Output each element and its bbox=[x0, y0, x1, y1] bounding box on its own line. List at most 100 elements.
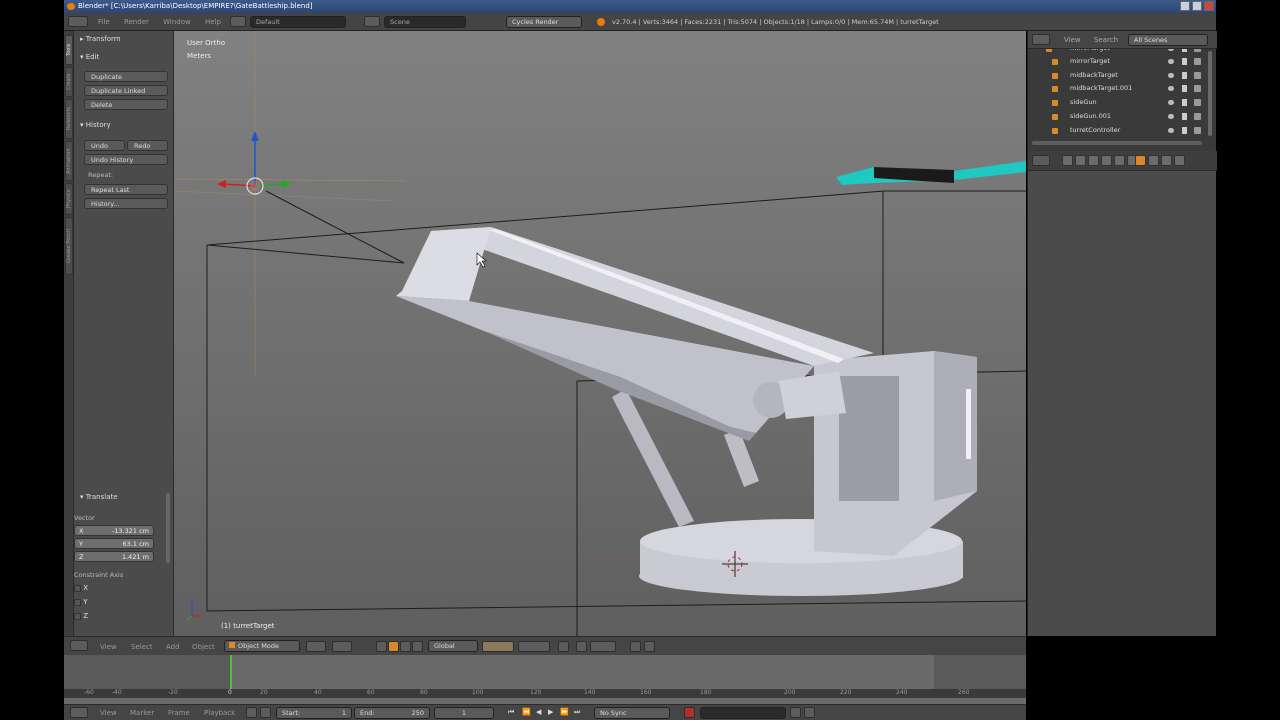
gizmo-z-arrow-icon[interactable] bbox=[251, 131, 259, 141]
delete-button[interactable]: Delete bbox=[84, 99, 168, 110]
outliner-row[interactable]: sideGun bbox=[1028, 96, 1206, 109]
undo-history-button[interactable]: Undo History bbox=[84, 154, 168, 165]
visibility-eye-icon[interactable] bbox=[1168, 128, 1174, 133]
restrict-render-icon[interactable] bbox=[1194, 99, 1201, 106]
sync-mode-select[interactable]: No Sync bbox=[594, 707, 670, 719]
play-icon[interactable]: ▶ bbox=[548, 708, 553, 716]
visibility-eye-icon[interactable] bbox=[1168, 49, 1174, 51]
outliner-row[interactable]: midbackTarget.001 bbox=[1028, 82, 1206, 95]
duplicate-button[interactable]: Duplicate bbox=[84, 71, 168, 82]
editor-type-icon[interactable] bbox=[68, 16, 88, 27]
texture-tab-icon[interactable] bbox=[1174, 155, 1185, 166]
menu-window[interactable]: Window bbox=[157, 13, 197, 31]
insert-keyframe-icon[interactable] bbox=[790, 707, 801, 718]
close-icon[interactable] bbox=[1204, 1, 1214, 11]
outliner-row[interactable]: turretController bbox=[1028, 124, 1206, 137]
keying-set-field[interactable] bbox=[700, 707, 786, 719]
preview-range-icon[interactable] bbox=[246, 707, 257, 718]
jump-keyframe-next-icon[interactable]: ⏩ bbox=[560, 708, 569, 716]
tab-create[interactable]: Create bbox=[65, 67, 73, 97]
transform-gizmo[interactable] bbox=[217, 131, 292, 195]
restrict-select-icon[interactable] bbox=[1182, 85, 1187, 92]
lock-camera-icon[interactable] bbox=[558, 641, 569, 652]
auto-keying-icon[interactable] bbox=[684, 707, 695, 718]
toolshelf-scrollbar[interactable] bbox=[166, 493, 170, 563]
restrict-select-icon[interactable] bbox=[1182, 49, 1187, 52]
tl-menu-view[interactable]: View bbox=[100, 709, 117, 717]
jump-end-icon[interactable]: ⏭ bbox=[574, 708, 580, 717]
scene-icon[interactable] bbox=[364, 16, 380, 27]
duplicate-linked-button[interactable]: Duplicate Linked bbox=[84, 85, 168, 96]
object-mode-select[interactable]: Object Mode bbox=[224, 640, 300, 652]
restrict-render-icon[interactable] bbox=[1194, 85, 1201, 92]
translate-manipulator-icon[interactable] bbox=[388, 641, 399, 652]
outliner-row[interactable]: sideGun.001 bbox=[1028, 110, 1206, 123]
delete-keyframe-icon[interactable] bbox=[804, 707, 815, 718]
restrict-select-icon[interactable] bbox=[1182, 58, 1187, 65]
3d-view-editor-icon[interactable] bbox=[70, 640, 88, 651]
jump-keyframe-prev-icon[interactable]: ⏪ bbox=[522, 708, 531, 716]
layers-grid-2-icon[interactable] bbox=[518, 641, 550, 652]
menu-file[interactable]: File bbox=[92, 13, 116, 31]
transform-panel-header[interactable]: ▸ Transform bbox=[74, 33, 174, 45]
snap-element-icon[interactable] bbox=[590, 641, 616, 652]
constraint-y-checkbox[interactable]: Y bbox=[74, 598, 88, 606]
restrict-select-icon[interactable] bbox=[1182, 113, 1187, 120]
tl-menu-marker[interactable]: Marker bbox=[130, 709, 154, 717]
edit-panel-header[interactable]: ▾ Edit bbox=[74, 51, 174, 63]
screen-layout-icon[interactable] bbox=[230, 16, 246, 27]
render-layers-tab-icon[interactable] bbox=[1075, 155, 1086, 166]
outliner-scrollbar[interactable] bbox=[1208, 51, 1212, 136]
constraint-z-checkbox[interactable]: Z bbox=[74, 612, 88, 620]
outliner-row[interactable]: midbackTarget bbox=[1028, 69, 1206, 82]
play-reverse-icon[interactable]: ◀ bbox=[536, 708, 541, 716]
menu-view[interactable]: View bbox=[100, 643, 117, 651]
jump-start-icon[interactable]: ⏮ bbox=[508, 708, 514, 717]
restrict-render-icon[interactable] bbox=[1194, 49, 1201, 52]
current-frame-field[interactable]: 1 bbox=[434, 707, 494, 719]
object-tab-icon[interactable] bbox=[1114, 155, 1125, 166]
vector-x-field[interactable]: X -13.321 cm bbox=[74, 525, 154, 536]
3d-viewport[interactable]: User Ortho Meters (1) turretTarget bbox=[174, 31, 1026, 636]
history-button[interactable]: History... bbox=[84, 198, 168, 209]
manipulator-toggle-icon[interactable] bbox=[376, 641, 387, 652]
visibility-eye-icon[interactable] bbox=[1168, 59, 1174, 64]
properties-editor-icon[interactable] bbox=[1032, 155, 1050, 166]
modifiers-tab-icon[interactable] bbox=[1135, 155, 1146, 166]
outliner-filter-select[interactable]: All Scenes bbox=[1128, 34, 1208, 46]
maximize-icon[interactable] bbox=[1192, 1, 1202, 11]
tab-grease-pencil[interactable]: Grease Pencil bbox=[65, 217, 73, 275]
snap-toggle-icon[interactable] bbox=[576, 641, 587, 652]
visibility-eye-icon[interactable] bbox=[1168, 73, 1174, 78]
outliner-hscroll[interactable] bbox=[1032, 141, 1202, 145]
constraint-x-checkbox[interactable]: X bbox=[74, 584, 88, 592]
viewport-shading-icon[interactable] bbox=[306, 641, 326, 652]
material-tab-icon[interactable] bbox=[1161, 155, 1172, 166]
world-tab-icon[interactable] bbox=[1101, 155, 1112, 166]
restrict-select-icon[interactable] bbox=[1182, 72, 1187, 79]
end-frame-field[interactable]: End: 250 bbox=[354, 707, 430, 719]
redo-button[interactable]: Redo bbox=[127, 140, 168, 151]
restrict-select-icon[interactable] bbox=[1182, 127, 1187, 134]
render-tab-icon[interactable] bbox=[1062, 155, 1073, 166]
timeline[interactable]: -60 -40 -20 0 20 40 60 80 100 120 140 16… bbox=[64, 655, 1026, 704]
layers-grid-1-icon[interactable] bbox=[482, 641, 514, 652]
restrict-render-icon[interactable] bbox=[1194, 113, 1201, 120]
tab-physics[interactable]: Physics bbox=[65, 183, 73, 215]
gizmo-x-arrow-icon[interactable] bbox=[217, 180, 226, 188]
tl-menu-frame[interactable]: Frame bbox=[168, 709, 190, 717]
outliner-editor-icon[interactable] bbox=[1032, 34, 1050, 45]
outliner-search-menu[interactable]: Search bbox=[1094, 36, 1118, 44]
visibility-eye-icon[interactable] bbox=[1168, 114, 1174, 119]
keying-icon[interactable] bbox=[260, 707, 271, 718]
tab-tools[interactable]: Tools bbox=[65, 35, 73, 65]
visibility-eye-icon[interactable] bbox=[1168, 100, 1174, 105]
outliner-view-menu[interactable]: View bbox=[1064, 36, 1081, 44]
visibility-eye-icon[interactable] bbox=[1168, 86, 1174, 91]
restrict-render-icon[interactable] bbox=[1194, 72, 1201, 79]
menu-object[interactable]: Object bbox=[192, 643, 215, 651]
screen-layout-field[interactable]: Default bbox=[250, 16, 346, 28]
timeline-editor-icon[interactable] bbox=[70, 707, 88, 718]
transform-orientation-select[interactable]: Global bbox=[428, 640, 478, 652]
translate-panel-header[interactable]: ▾ Translate bbox=[74, 491, 174, 503]
